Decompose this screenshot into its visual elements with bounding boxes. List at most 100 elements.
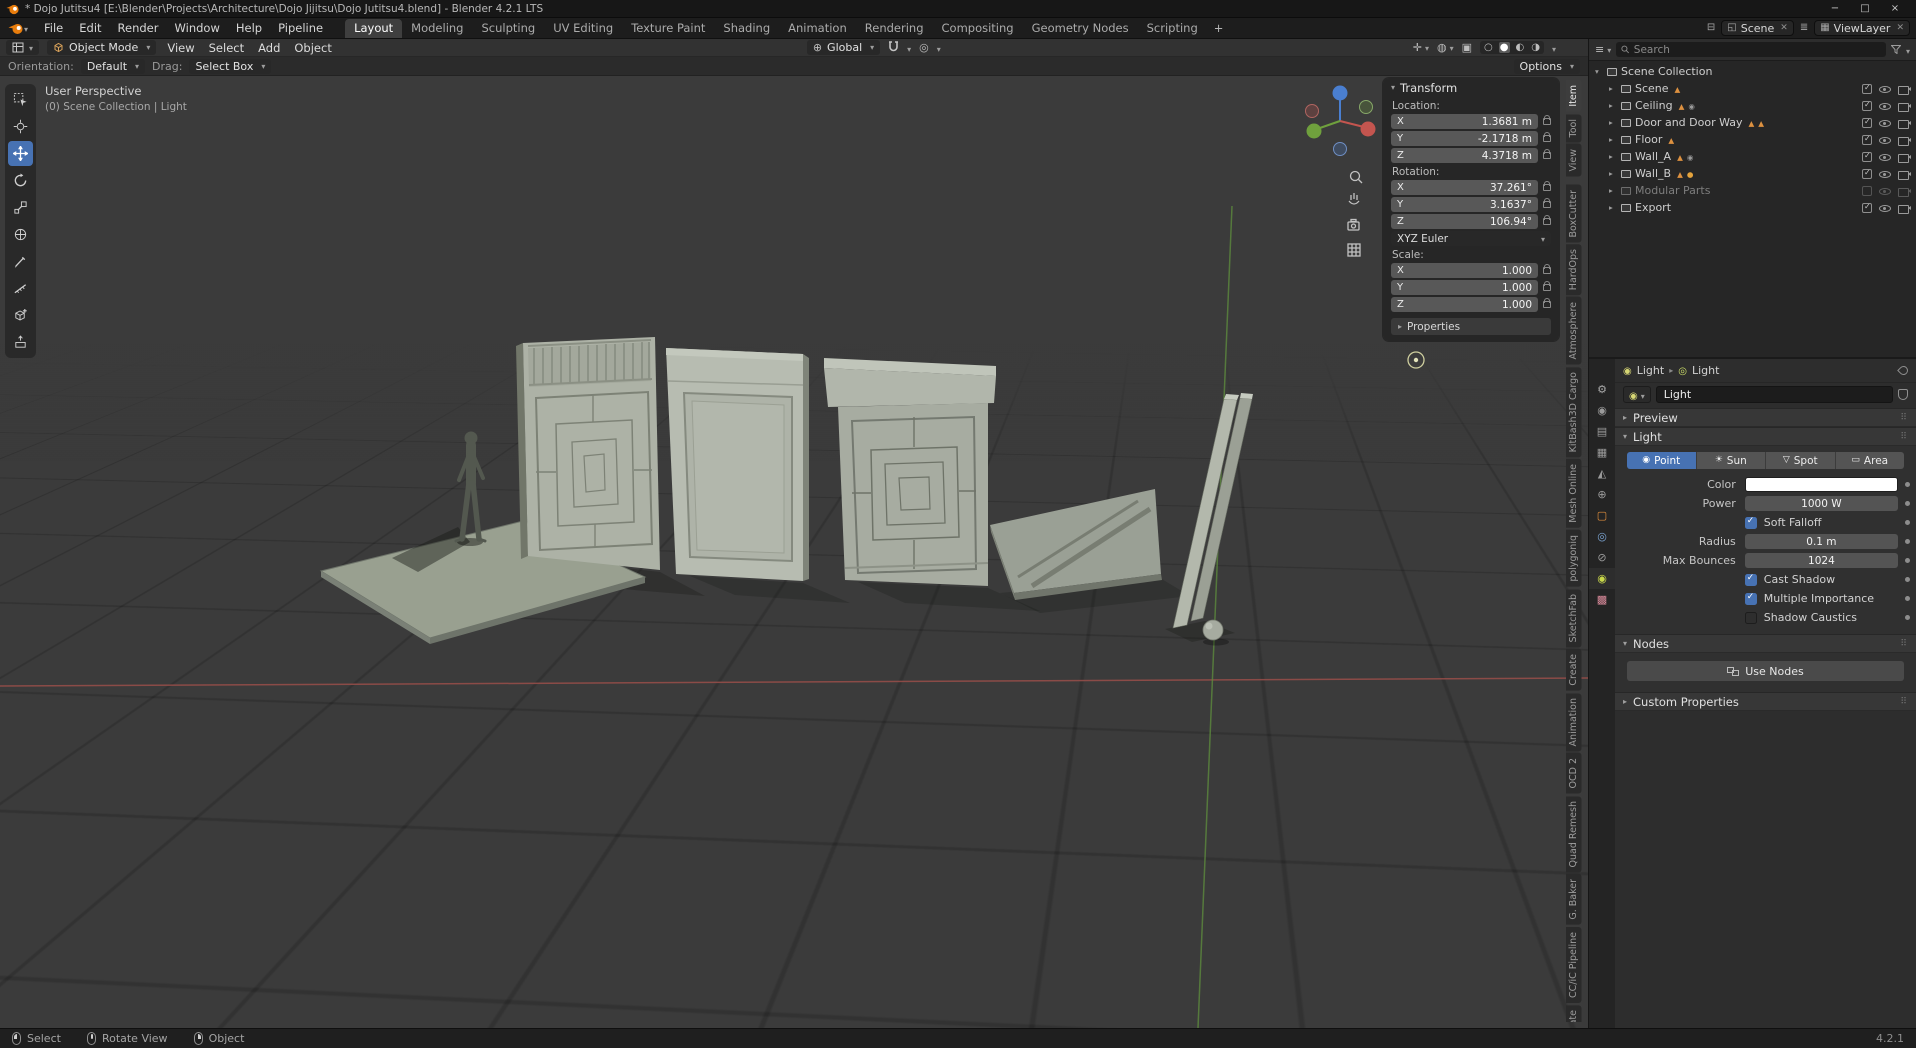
gizmos-toggle[interactable]: ✛ (1413, 42, 1429, 53)
outliner-options-chevron[interactable] (1906, 43, 1910, 57)
menu-file[interactable]: File (36, 18, 71, 38)
hide-viewport-icon[interactable] (1879, 100, 1891, 111)
shading-material-icon[interactable]: ◐ (1515, 42, 1526, 53)
outliner-root-row[interactable]: ▾ Scene Collection (1589, 63, 1916, 80)
animate-dot-icon[interactable] (1905, 539, 1910, 544)
workspace-tab-layout[interactable]: Layout (345, 19, 402, 38)
exclude-checkbox[interactable] (1862, 169, 1872, 179)
outliner-row-door[interactable]: ▸ Door and Door Way (1589, 114, 1916, 131)
breadcrumb-object[interactable]: Light (1637, 364, 1664, 377)
proportional-options-chevron[interactable] (937, 41, 941, 55)
mannequin-figure[interactable] (456, 432, 485, 542)
gizmo-x-axis[interactable] (1361, 122, 1376, 137)
blender-menu-button[interactable] (0, 18, 36, 38)
outliner-row-modular-parts[interactable]: ▸ Modular Parts (1589, 182, 1916, 199)
tab-texture-icon[interactable]: ▩ (1589, 589, 1615, 610)
use-nodes-button[interactable]: Use Nodes (1627, 661, 1904, 681)
lock-icon[interactable] (1543, 118, 1551, 125)
sidebar-tab-hardops[interactable]: HardOps (1566, 244, 1582, 295)
tool-measure[interactable] (8, 276, 33, 301)
orientation-dropdown[interactable]: Default (81, 59, 145, 74)
animate-dot-icon[interactable] (1905, 577, 1910, 582)
mode-dropdown[interactable]: Object Mode (47, 40, 156, 55)
workspace-tab-texture-paint[interactable]: Texture Paint (622, 19, 714, 38)
search-input[interactable] (1634, 44, 1881, 56)
location-z-field[interactable]: Z 4.3718 m (1391, 148, 1538, 163)
outliner-row-ceiling[interactable]: ▸ Ceiling (1589, 97, 1916, 114)
sidebar-tab-ccic-pipeline[interactable]: CC/iC Pipeline (1566, 927, 1582, 1003)
disable-render-icon[interactable] (1898, 152, 1910, 162)
exclude-checkbox[interactable] (1862, 203, 1872, 213)
grid-ortho-button[interactable] (1348, 244, 1360, 256)
cast-shadow-checkbox[interactable] (1745, 574, 1757, 586)
sidebar-tab-animation[interactable]: Animation (1566, 693, 1582, 751)
datablock-name-field[interactable]: Light (1656, 386, 1893, 403)
transform-panel-header[interactable]: Transform (1383, 78, 1559, 97)
options-dropdown[interactable]: Options (1514, 59, 1580, 74)
animate-dot-icon[interactable] (1905, 596, 1910, 601)
menu-help[interactable]: Help (228, 18, 270, 38)
tab-render-icon[interactable]: ◉ (1589, 400, 1615, 421)
pin-icon[interactable] (1897, 364, 1910, 377)
zoom-button[interactable] (1351, 172, 1363, 184)
expand-icon[interactable]: ▸ (1609, 118, 1617, 127)
sidebar-tab-quad-remesh[interactable]: Quad Remesh (1566, 796, 1582, 872)
disable-render-icon[interactable] (1898, 84, 1910, 94)
shading-options-chevron[interactable] (1552, 41, 1556, 55)
wall-a-mesh[interactable] (516, 337, 660, 570)
outliner-row-scene[interactable]: ▸ Scene (1589, 80, 1916, 97)
scene-selector[interactable]: ◱ Scene ✕ (1721, 20, 1794, 36)
browse-light-data-button[interactable] (1623, 386, 1651, 403)
workspace-tab-geometry-nodes[interactable]: Geometry Nodes (1023, 19, 1138, 38)
menu-pipeline[interactable]: Pipeline (270, 18, 331, 38)
tool-transform[interactable] (8, 222, 33, 247)
pan-hand-button[interactable] (1349, 193, 1359, 204)
expand-icon[interactable]: ▸ (1609, 84, 1617, 93)
minimize-button[interactable]: − (1820, 0, 1850, 17)
transform-orientation-dropdown[interactable]: ⊕ Global (807, 40, 880, 55)
tool-scale[interactable] (8, 195, 33, 220)
sidebar-tab-item[interactable]: Item (1566, 80, 1582, 112)
editor-type-button[interactable] (6, 40, 39, 55)
location-x-field[interactable]: X 1.3681 m (1391, 114, 1538, 129)
close-button[interactable]: × (1880, 0, 1910, 17)
gizmo-y-neg-axis[interactable] (1360, 101, 1373, 114)
sidebar-tab-mesh-online[interactable]: Mesh Online (1566, 459, 1582, 528)
light-type-sun[interactable]: ☀ Sun (1697, 452, 1767, 469)
light-type-spot[interactable]: ▽ Spot (1766, 452, 1836, 469)
disable-render-icon[interactable] (1898, 169, 1910, 179)
gizmo-z-axis[interactable] (1333, 86, 1348, 101)
disable-render-icon[interactable] (1898, 118, 1910, 128)
exclude-checkbox[interactable] (1862, 152, 1872, 162)
menu-window[interactable]: Window (167, 18, 228, 38)
outliner-editor-type-button[interactable]: ≡ (1595, 44, 1611, 55)
multiple-importance-checkbox[interactable] (1745, 593, 1757, 605)
location-y-field[interactable]: Y -2.1718 m (1391, 131, 1538, 146)
tool-rotate[interactable] (8, 168, 33, 193)
shading-solid-icon[interactable]: ● (1499, 42, 1510, 53)
sidebar-tab-atmosphere[interactable]: Atmosphere (1566, 297, 1582, 365)
xray-toggle[interactable]: ▣ (1462, 42, 1472, 53)
outliner-row-wall-b[interactable]: ▸ Wall_B (1589, 165, 1916, 182)
hide-viewport-icon[interactable] (1879, 83, 1891, 94)
workspace-tab-uv-editing[interactable]: UV Editing (544, 19, 622, 38)
exclude-checkbox[interactable] (1862, 118, 1872, 128)
workspace-tab-rendering[interactable]: Rendering (856, 19, 933, 38)
exclude-checkbox[interactable] (1862, 101, 1872, 111)
max-bounces-field[interactable]: 1024 (1745, 553, 1898, 568)
scale-x-field[interactable]: X 1.000 (1391, 263, 1538, 278)
power-field[interactable]: 1000 W (1745, 496, 1898, 511)
tool-move[interactable] (8, 141, 33, 166)
scale-y-field[interactable]: Y 1.000 (1391, 280, 1538, 295)
outliner-row-floor[interactable]: ▸ Floor (1589, 131, 1916, 148)
outliner-row-wall-a[interactable]: ▸ Wall_A (1589, 148, 1916, 165)
workspace-tab-scripting[interactable]: Scripting (1138, 19, 1207, 38)
lock-icon[interactable] (1543, 301, 1551, 308)
rotation-mode-dropdown[interactable]: XYZ Euler (1391, 231, 1551, 246)
menu-edit[interactable]: Edit (71, 18, 109, 38)
outliner-search[interactable] (1616, 42, 1886, 57)
expand-icon[interactable]: ▸ (1609, 169, 1617, 178)
sidebar-tab-view[interactable]: View (1566, 144, 1582, 177)
custom-properties-panel-header[interactable]: Custom Properties ⠿ (1615, 692, 1916, 711)
hide-viewport-icon[interactable] (1879, 117, 1891, 128)
